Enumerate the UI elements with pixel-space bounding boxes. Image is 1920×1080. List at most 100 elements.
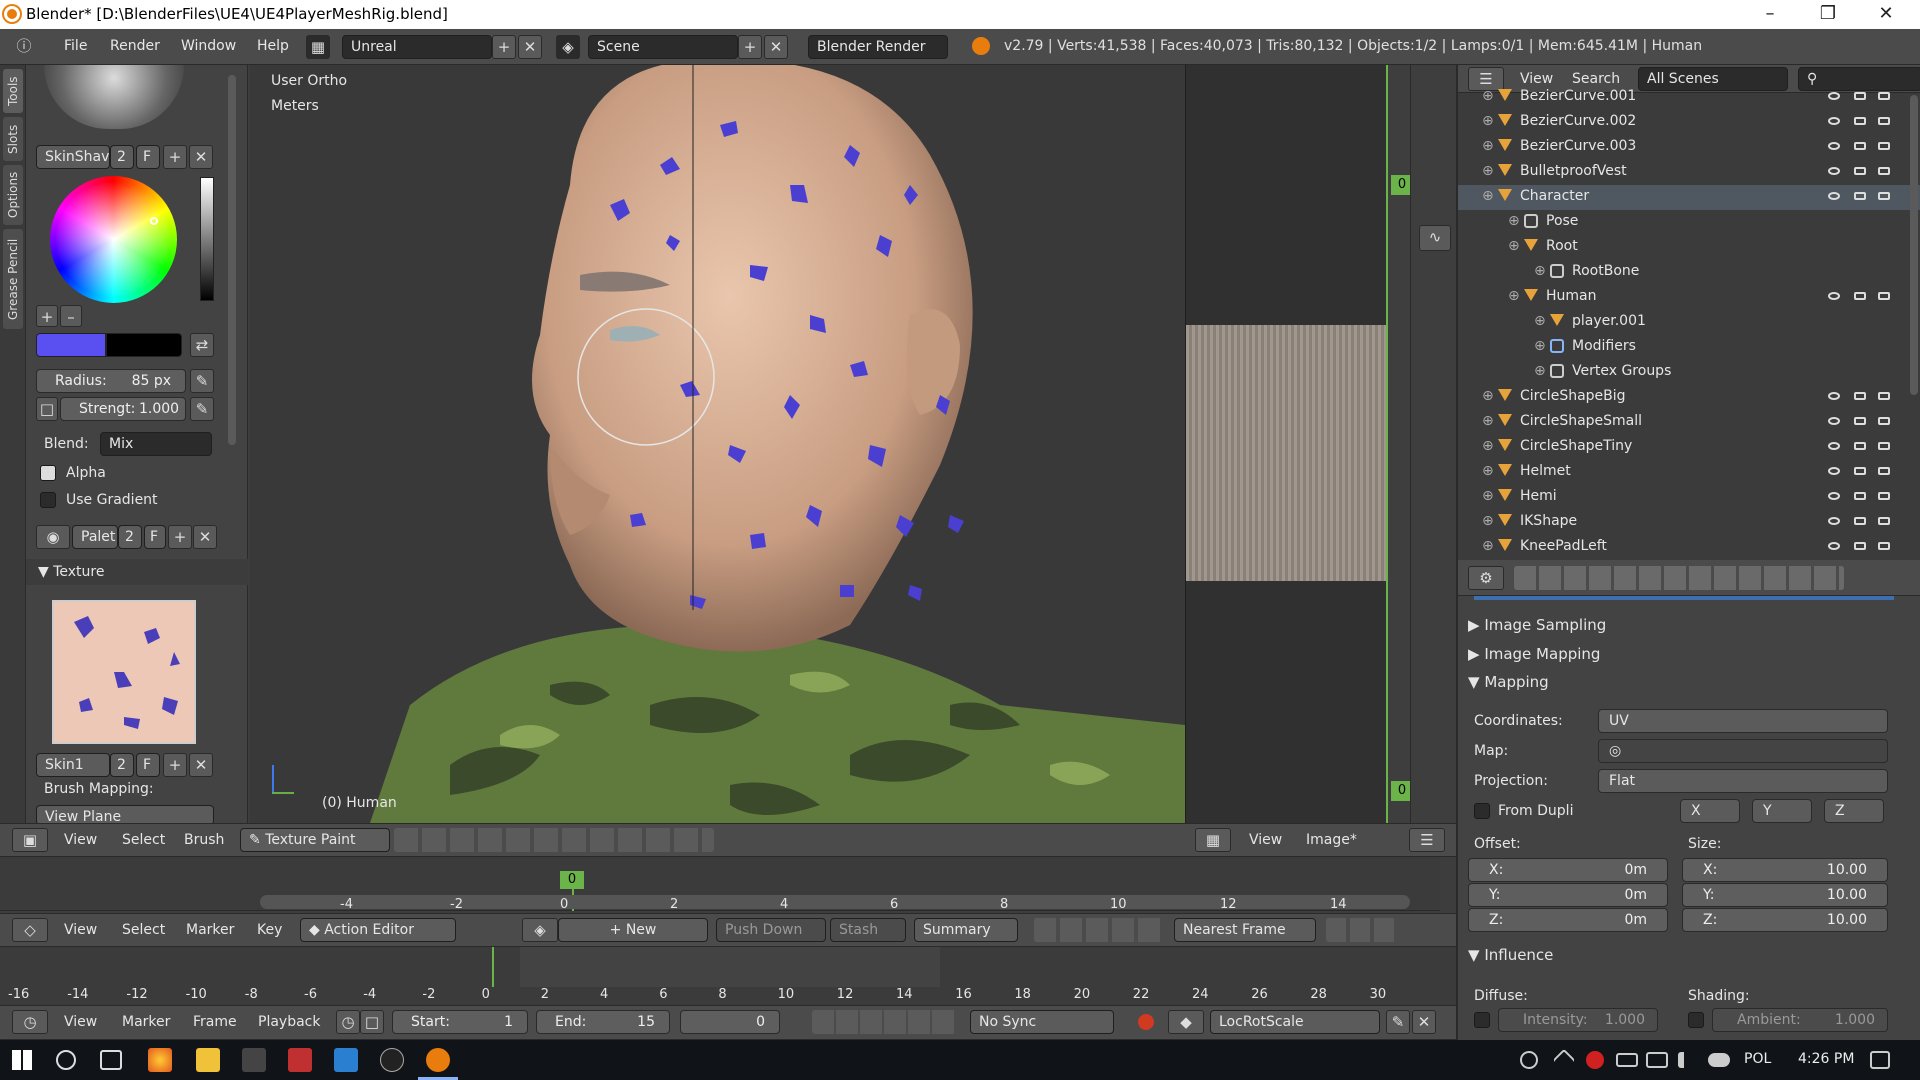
intensity-field[interactable]: Intensity: 1.000: [1498, 1008, 1658, 1032]
outliner-row[interactable]: ⊕ Character: [1458, 185, 1920, 210]
unlink-palette-icon[interactable]: ✕: [193, 525, 217, 549]
visibility-eye-icon[interactable]: [1828, 492, 1840, 500]
maximize-icon[interactable]: ❐: [1808, 2, 1848, 26]
current-frame-field[interactable]: 0: [680, 1010, 780, 1034]
layout-icon[interactable]: ▦: [306, 35, 330, 59]
keying-set-icon[interactable]: ◆: [1168, 1010, 1204, 1034]
expand-toggle-icon[interactable]: ⊕: [1482, 113, 1494, 129]
swap-colors-icon[interactable]: ⇄: [190, 333, 214, 357]
graph-scrollbar[interactable]: [260, 895, 1410, 909]
add-color-icon[interactable]: +: [36, 305, 58, 327]
viewport-select-menu[interactable]: Select: [122, 832, 165, 848]
image-sampling-header[interactable]: ▶ Image Sampling: [1468, 616, 1606, 634]
add-scene-icon[interactable]: +: [738, 35, 762, 59]
tab-tools[interactable]: Tools: [3, 69, 23, 113]
menu-render[interactable]: Render: [110, 38, 160, 54]
visibility-eye-icon[interactable]: [1828, 517, 1840, 525]
remove-color-icon[interactable]: –: [60, 305, 82, 327]
lock-range-icon[interactable]: □: [360, 1010, 384, 1034]
selectable-cursor-icon[interactable]: [1854, 192, 1866, 200]
minimize-icon[interactable]: –: [1750, 2, 1790, 26]
visibility-eye-icon[interactable]: [1828, 467, 1840, 475]
action-mode-select[interactable]: ◆ Action Editor: [300, 918, 456, 942]
image-editor[interactable]: 0 0: [1185, 65, 1410, 823]
timeline-editor-icon[interactable]: ◷: [12, 1010, 48, 1034]
primary-color-swatch[interactable]: [36, 333, 106, 357]
strength-pressure-icon[interactable]: ✎: [190, 397, 214, 421]
action-key-menu[interactable]: Key: [257, 922, 282, 938]
new-texture-icon[interactable]: +: [163, 753, 187, 777]
add-layout-icon[interactable]: +: [492, 35, 516, 59]
action-select-menu[interactable]: Select: [122, 922, 165, 938]
mode-select[interactable]: ✎ Texture Paint: [240, 828, 390, 852]
dopesheet-region[interactable]: -16 -14 -12 -10 -8 -6 -4 -2 0 2 4 6 8 10 12 14 16 18 20 22 2…: [0, 947, 1456, 1005]
stash-button[interactable]: Stash: [830, 918, 906, 942]
selectable-cursor-icon[interactable]: [1854, 442, 1866, 450]
app-icon[interactable]: [242, 1048, 266, 1072]
start-frame-field[interactable]: Start: 1: [392, 1010, 528, 1034]
selectable-cursor-icon[interactable]: [1854, 417, 1866, 425]
expand-toggle-icon[interactable]: ⊕: [1508, 238, 1520, 254]
projection-select[interactable]: Flat: [1598, 769, 1888, 793]
keying-set-select[interactable]: LocRotScale: [1210, 1010, 1380, 1034]
render-camera-icon[interactable]: [1878, 392, 1890, 400]
offset-z-field[interactable]: Z: 0m: [1468, 908, 1668, 932]
render-camera-icon[interactable]: [1878, 292, 1890, 300]
offset-x-field[interactable]: X: 0m: [1468, 858, 1668, 882]
scene-select[interactable]: Scene: [588, 35, 738, 59]
expand-toggle-icon[interactable]: ⊕: [1482, 88, 1494, 104]
layout-select[interactable]: Unreal: [342, 35, 492, 59]
outliner-row[interactable]: ⊕ Helmet: [1458, 460, 1920, 485]
brush-name-field[interactable]: SkinShav: [36, 145, 110, 169]
outliner-row[interactable]: ⊕ Pose: [1458, 210, 1920, 235]
outliner-row[interactable]: ⊕ BezierCurve.002: [1458, 110, 1920, 135]
dopesheet-editor-icon[interactable]: ◇: [12, 918, 48, 942]
filezilla-icon[interactable]: [288, 1048, 312, 1072]
axis-y-select[interactable]: Y: [1752, 799, 1812, 823]
expand-toggle-icon[interactable]: ⊕: [1482, 438, 1494, 454]
render-camera-icon[interactable]: [1878, 467, 1890, 475]
tab-options[interactable]: Options: [3, 165, 23, 225]
tool-shelf-scrollbar[interactable]: [228, 75, 236, 445]
preview-range-icon[interactable]: ◷: [336, 1010, 360, 1034]
viewport-brush-menu[interactable]: Brush: [184, 832, 224, 848]
insert-keyframe-icon[interactable]: ✎: [1386, 1010, 1410, 1034]
blender-taskbar-icon[interactable]: [426, 1048, 450, 1072]
menu-window[interactable]: Window: [181, 38, 236, 54]
palette-name-field[interactable]: Palet: [72, 525, 118, 549]
selectable-cursor-icon[interactable]: [1854, 117, 1866, 125]
outliner-row[interactable]: ⊕ IKShape: [1458, 510, 1920, 535]
action-browse-icon[interactable]: ◈: [522, 918, 558, 942]
visibility-eye-icon[interactable]: [1828, 442, 1840, 450]
expand-toggle-icon[interactable]: ⊕: [1534, 313, 1546, 329]
selectable-cursor-icon[interactable]: [1854, 92, 1866, 100]
sync-mode-select[interactable]: No Sync: [970, 1010, 1114, 1034]
visual-studio-icon[interactable]: [334, 1048, 358, 1072]
expand-toggle-icon[interactable]: ⊕: [1508, 288, 1520, 304]
texture-fake-user-button[interactable]: F: [136, 753, 160, 777]
texture-section-label[interactable]: ▼ Texture: [38, 564, 104, 580]
axis-x-select[interactable]: X: [1680, 799, 1740, 823]
people-icon[interactable]: [1520, 1051, 1538, 1069]
3d-viewport[interactable]: User Ortho Meters (0) Human: [250, 65, 1185, 823]
ambient-checkbox[interactable]: [1688, 1012, 1704, 1028]
expand-toggle-icon[interactable]: ⊕: [1482, 388, 1494, 404]
file-explorer-icon[interactable]: [196, 1048, 220, 1072]
scene-icon[interactable]: ◈: [556, 35, 580, 59]
texture-image-preview[interactable]: [1186, 325, 1386, 581]
action-filter-tools[interactable]: [1034, 918, 1164, 942]
texture-users-count[interactable]: 2: [110, 753, 134, 777]
action-center-icon[interactable]: [1870, 1051, 1890, 1069]
outliner-row[interactable]: ⊕ BulletproofVest: [1458, 160, 1920, 185]
expand-toggle-icon[interactable]: ⊕: [1482, 138, 1494, 154]
visibility-eye-icon[interactable]: [1828, 417, 1840, 425]
timeline-frame-menu[interactable]: Frame: [193, 1014, 237, 1030]
expand-toggle-icon[interactable]: ⊕: [1482, 188, 1494, 204]
visibility-eye-icon[interactable]: [1828, 292, 1840, 300]
render-camera-icon[interactable]: [1878, 92, 1890, 100]
intensity-checkbox[interactable]: [1474, 1012, 1490, 1028]
radius-field[interactable]: Radius: 85 px: [36, 369, 186, 393]
outliner-row[interactable]: ⊕ BezierCurve.003: [1458, 135, 1920, 160]
outliner-row[interactable]: ⊕ Human: [1458, 285, 1920, 310]
mapping-header[interactable]: ▼ Mapping: [1468, 673, 1549, 691]
